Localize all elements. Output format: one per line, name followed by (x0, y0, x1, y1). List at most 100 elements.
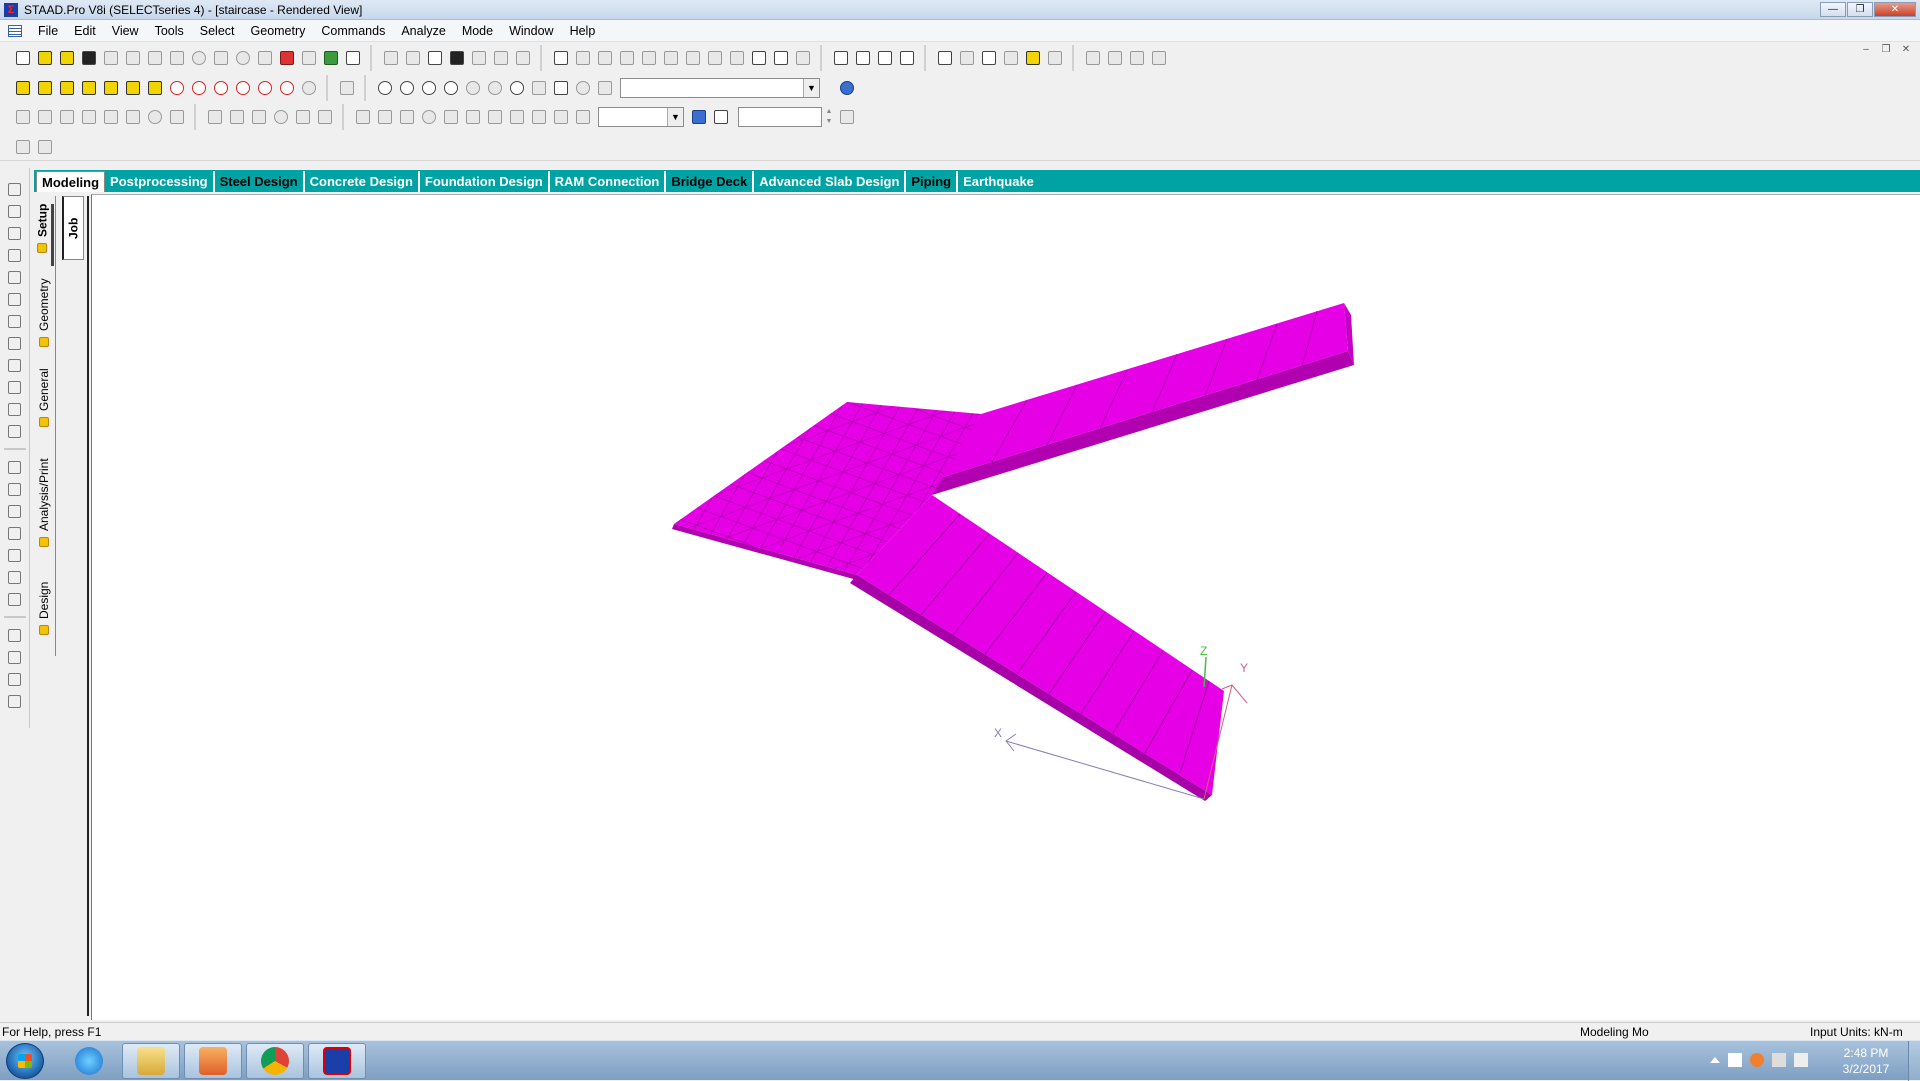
spin-value-input[interactable] (738, 107, 822, 127)
results-plate-icon[interactable] (506, 106, 528, 128)
beam-cursor-icon[interactable] (12, 106, 34, 128)
show-hidden-icons-icon[interactable] (1710, 1057, 1720, 1063)
measure-icon[interactable] (616, 47, 638, 69)
undo-dropdown-icon[interactable] (210, 47, 232, 69)
post-processing-icon[interactable] (874, 47, 896, 69)
menu-geometry[interactable]: Geometry (243, 20, 314, 42)
results-torsion-icon[interactable] (462, 106, 484, 128)
select-physical-cursor-icon[interactable] (5, 333, 25, 353)
print-icon[interactable] (380, 47, 402, 69)
property-icon[interactable] (1000, 47, 1022, 69)
open-view-icon[interactable] (1104, 47, 1126, 69)
support-icon[interactable] (1022, 47, 1044, 69)
run-check-icon[interactable] (276, 47, 298, 69)
page-setup-icon[interactable] (512, 47, 534, 69)
open-folder-icon[interactable] (34, 47, 56, 69)
results-shear-icon[interactable] (396, 106, 418, 128)
add-plate-icon[interactable] (5, 479, 25, 499)
mesh-icon[interactable] (166, 106, 188, 128)
view-options-icon[interactable] (1148, 47, 1170, 69)
menu-window[interactable]: Window (501, 20, 561, 42)
connect-icon[interactable] (226, 106, 248, 128)
select-all-cursor-icon[interactable] (5, 377, 25, 397)
results-mode-icon[interactable] (572, 106, 594, 128)
action-center-flag-icon[interactable] (1728, 1053, 1742, 1067)
run-analysis-icon[interactable] (852, 47, 874, 69)
tab-bridge-deck[interactable]: Bridge Deck (666, 171, 755, 192)
span-icon[interactable] (682, 47, 704, 69)
start-button[interactable] (6, 1043, 44, 1079)
tab-modeling[interactable]: Modeling (36, 171, 106, 192)
delete-icon[interactable] (166, 47, 188, 69)
chrome-icon[interactable] (246, 1043, 304, 1079)
zoom-dynamic-icon[interactable] (462, 77, 484, 99)
query-icon[interactable] (748, 47, 770, 69)
file-explorer-icon[interactable] (122, 1043, 180, 1079)
display-new-window-icon[interactable] (528, 77, 550, 99)
node-distance-icon[interactable] (638, 47, 660, 69)
print-preview-icon[interactable] (402, 47, 424, 69)
tab-design[interactable]: Design (34, 582, 54, 648)
menu-help[interactable]: Help (562, 20, 604, 42)
magnify-icon[interactable] (572, 77, 594, 99)
label-node-icon[interactable] (5, 625, 25, 645)
tab-postprocessing[interactable]: Postprocessing (105, 171, 215, 192)
label-icon[interactable] (572, 47, 594, 69)
add-node-icon[interactable] (5, 501, 25, 521)
add-beam-icon[interactable] (5, 457, 25, 477)
merge-icon[interactable] (270, 106, 292, 128)
pan-icon[interactable] (550, 77, 572, 99)
snap-icon[interactable] (896, 47, 918, 69)
panel-divider[interactable] (87, 196, 89, 1016)
tab-piping[interactable]: Piping (906, 171, 959, 192)
results-axial-icon[interactable] (440, 106, 462, 128)
view-iso-icon[interactable] (144, 77, 166, 99)
show-desktop-button[interactable] (1908, 1041, 1920, 1081)
staad-pro-icon[interactable] (308, 1043, 366, 1079)
view-bottom-icon[interactable] (122, 77, 144, 99)
dimension-icon[interactable] (594, 47, 616, 69)
tab-foundation-design[interactable]: Foundation Design (420, 171, 550, 192)
window-icon[interactable] (550, 47, 572, 69)
view-selector-combo[interactable]: ▼ (620, 78, 820, 98)
zoom-extents-icon[interactable] (506, 77, 528, 99)
zoom-in-icon[interactable] (418, 77, 440, 99)
results-moment-icon[interactable] (418, 106, 440, 128)
run-macro-icon[interactable] (34, 136, 56, 158)
rotate-down-icon[interactable] (188, 77, 210, 99)
menu-analyze[interactable]: Analyze (393, 20, 453, 42)
view-top-icon[interactable] (100, 77, 122, 99)
zoom-out-icon[interactable] (440, 77, 462, 99)
report-icon[interactable] (490, 47, 512, 69)
undo-icon[interactable] (188, 47, 210, 69)
label-beam-icon[interactable] (5, 647, 25, 667)
cross-select-icon[interactable] (726, 47, 748, 69)
rendered-view-viewport[interactable]: X Y Z (91, 194, 1920, 1020)
tab-earthquake[interactable]: Earthquake (958, 171, 1039, 192)
tab-setup[interactable]: Setup (34, 204, 54, 266)
chevron-down-icon[interactable]: ▼ (667, 108, 683, 126)
select-beams-cursor-icon[interactable] (5, 201, 25, 221)
select-surfaces-cursor-icon[interactable] (5, 267, 25, 287)
intersect-icon[interactable] (248, 106, 270, 128)
plate-cursor-icon[interactable] (34, 106, 56, 128)
menu-view[interactable]: View (104, 20, 147, 42)
open-icon[interactable] (56, 47, 78, 69)
restore-button[interactable]: ❐ (1847, 2, 1873, 17)
load-icon[interactable] (830, 47, 852, 69)
paste-icon[interactable] (144, 47, 166, 69)
surface-cursor-icon[interactable] (78, 106, 100, 128)
tab-analysis-print[interactable]: Analysis/Print (34, 458, 54, 572)
menu-select[interactable]: Select (192, 20, 243, 42)
redo-dropdown-icon[interactable] (254, 47, 276, 69)
close-button[interactable]: ✕ (1874, 2, 1916, 17)
results-deflection-icon[interactable] (528, 106, 550, 128)
view-manager-icon[interactable] (1126, 47, 1148, 69)
fill-plate-icon[interactable] (5, 567, 25, 587)
translational-repeat-icon[interactable] (122, 106, 144, 128)
new-file-icon[interactable] (12, 47, 34, 69)
move-icon[interactable] (5, 399, 25, 419)
tray-app-icon[interactable] (1750, 1053, 1764, 1067)
symbols-icon[interactable] (594, 77, 616, 99)
select-member-icon[interactable] (5, 421, 25, 441)
